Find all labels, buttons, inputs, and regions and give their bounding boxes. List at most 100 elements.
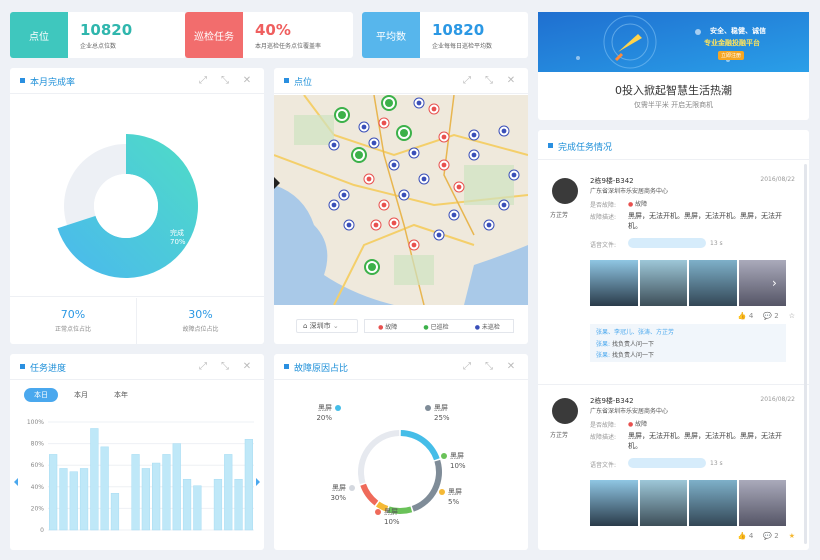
- photo-thumb[interactable]: [738, 480, 786, 526]
- task-item: 方芷芳 2栋9楼-B342 2016/08/22 广东省深圳市乐安居商务中心 是…: [538, 386, 809, 550]
- legend-dot-icon: [425, 405, 431, 411]
- map-panel: 点位 ⤢ ⤡ ✕ ⌂ 深圳市 ⌄ ● 故障 ● 已巡检 ● 未巡检: [274, 68, 528, 344]
- close-icon[interactable]: ✕: [504, 360, 518, 374]
- legend-dot-icon: [349, 485, 355, 491]
- progress-bar[interactable]: [193, 485, 202, 531]
- collapse-icon[interactable]: ⤡: [482, 360, 496, 374]
- comment-icon: 💬: [763, 312, 773, 320]
- progress-bar[interactable]: [162, 454, 171, 531]
- voice-length: 13 s: [710, 460, 723, 467]
- prev-arrow-icon[interactable]: [14, 478, 18, 486]
- photo-next-icon[interactable]: ›: [772, 276, 777, 290]
- like-button[interactable]: 👍 4: [738, 312, 753, 320]
- fault-label: 是否故障:: [590, 422, 617, 429]
- photo-thumb[interactable]: [590, 260, 638, 306]
- progress-bar[interactable]: [110, 493, 120, 531]
- progress-bar[interactable]: [131, 454, 140, 531]
- close-icon[interactable]: ✕: [240, 360, 254, 374]
- photo-thumb[interactable]: [689, 260, 737, 306]
- progress-bar[interactable]: [234, 478, 243, 531]
- collapse-icon[interactable]: ⤡: [482, 74, 496, 88]
- progress-bar[interactable]: [100, 446, 109, 531]
- progress-bar[interactable]: [172, 443, 181, 531]
- map-view[interactable]: [274, 95, 528, 305]
- y-tick-label: 40%: [31, 484, 45, 491]
- fault-value: ● 故障: [628, 421, 648, 428]
- photo-thumb[interactable]: [639, 480, 687, 526]
- stat-card-average: 平均数 10820 企业每每日巡检平均数: [362, 12, 528, 58]
- fault-ring-chart: 黑屏 20% 黑屏 25% 黑屏 10% 黑屏 5% 黑屏 10% 黑屏 30%: [316, 404, 465, 526]
- banner-card[interactable]: 安全、稳健、诚信 专业金融投融平台 立即注册 0投入掀起智慧生活热潮 仅需半平米…: [538, 12, 809, 120]
- progress-bar[interactable]: [79, 468, 89, 531]
- tasks-panel: 完成任务情况 方芷芳 2栋9楼-B342 2016/08/22 广东省深圳市乐安…: [538, 130, 809, 550]
- fault-slice[interactable]: [360, 483, 379, 506]
- stat-desc: 企业总点位数: [80, 43, 117, 50]
- fault-slice[interactable]: [358, 430, 400, 485]
- panel-title: 点位: [294, 78, 313, 88]
- y-tick-label: 20%: [31, 505, 45, 512]
- reply-row: 张果: 找负责人问一下: [596, 352, 654, 359]
- progress-bar[interactable]: [141, 468, 150, 531]
- banner-image-text-3: 立即注册: [718, 51, 745, 60]
- stat-desc: 企业每每日巡检平均数: [432, 43, 493, 50]
- voice-player[interactable]: [628, 458, 706, 468]
- like-button[interactable]: 👍 4: [738, 532, 753, 540]
- voice-length: 13 s: [710, 240, 723, 247]
- tab-year[interactable]: 本年: [104, 388, 138, 402]
- title-marker-icon: [20, 364, 25, 369]
- fault-label: 是否故障:: [590, 202, 617, 209]
- photo-strip[interactable]: [590, 260, 786, 306]
- expand-icon[interactable]: ⤢: [460, 74, 474, 88]
- fault-label-name: 黑屏: [384, 508, 398, 516]
- close-icon[interactable]: ✕: [240, 74, 254, 88]
- progress-bar[interactable]: [244, 439, 253, 531]
- fault-label-name: 黑屏: [318, 404, 332, 412]
- star-button[interactable]: ☆: [789, 312, 795, 320]
- star-button[interactable]: ★: [789, 532, 795, 540]
- fault-slice[interactable]: [400, 430, 440, 461]
- photo-thumb[interactable]: [639, 260, 687, 306]
- title-marker-icon: [284, 78, 289, 83]
- collapse-icon[interactable]: ⤡: [218, 74, 232, 88]
- next-arrow-icon[interactable]: [256, 478, 260, 486]
- voice-player[interactable]: [628, 238, 706, 248]
- legend-fault: ● 故障: [378, 323, 398, 331]
- progress-bar[interactable]: [49, 454, 58, 531]
- progress-bar[interactable]: [59, 468, 68, 531]
- progress-bar[interactable]: [152, 462, 161, 531]
- comment-button[interactable]: 💬 2: [763, 312, 778, 320]
- legend-dot-icon: ●: [423, 323, 429, 331]
- photo-thumb[interactable]: [738, 260, 786, 306]
- fault-ratio-label: 故障点位占比: [182, 326, 219, 333]
- divider: [538, 384, 809, 385]
- photo-thumb[interactable]: [689, 480, 737, 526]
- city-select[interactable]: ⌂ 深圳市 ⌄: [296, 319, 358, 333]
- tab-month[interactable]: 本月: [64, 388, 98, 402]
- stat-label: 巡检任务: [185, 12, 243, 58]
- panel-title: 本月完成率: [30, 78, 76, 88]
- city-value: 深圳市: [309, 322, 331, 330]
- collapse-icon[interactable]: ⤡: [218, 360, 232, 374]
- progress-bar[interactable]: [90, 428, 99, 531]
- legend-dot-icon: ●: [474, 323, 480, 331]
- close-icon[interactable]: ✕: [504, 74, 518, 88]
- expand-icon[interactable]: ⤢: [460, 360, 474, 374]
- fault-label-pct: 5%: [448, 498, 459, 506]
- tab-day[interactable]: 本日: [24, 388, 58, 402]
- progress-bar[interactable]: [224, 454, 233, 531]
- panel-header: 故障原因占比 ⤢ ⤡ ✕: [274, 354, 528, 380]
- comment-button[interactable]: 💬 2: [763, 532, 778, 540]
- progress-bar[interactable]: [69, 471, 78, 531]
- panel-header: 点位 ⤢ ⤡ ✕: [274, 68, 528, 94]
- progress-bar[interactable]: [213, 478, 223, 531]
- legend-dot-icon: [375, 509, 381, 515]
- fault-slice[interactable]: [411, 459, 442, 512]
- location-icon: ⌂: [303, 322, 310, 330]
- photo-thumb[interactable]: [590, 480, 638, 526]
- expand-icon[interactable]: ⤢: [196, 360, 210, 374]
- stat-desc: 本月巡检任务点位覆盖率: [255, 43, 322, 50]
- photo-strip[interactable]: [590, 480, 786, 526]
- scrollbar[interactable]: [804, 164, 807, 544]
- expand-icon[interactable]: ⤢: [196, 74, 210, 88]
- progress-bar[interactable]: [182, 478, 192, 531]
